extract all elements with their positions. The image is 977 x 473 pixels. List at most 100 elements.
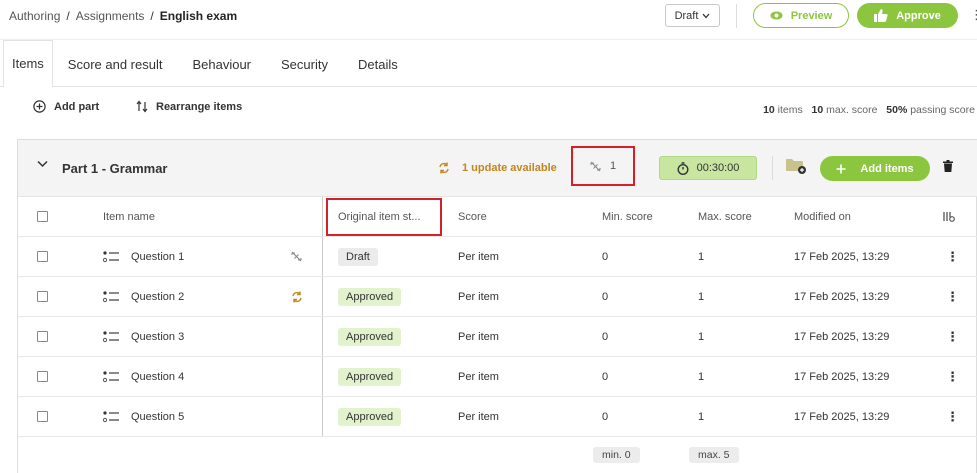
item-name[interactable]: Question 4	[131, 371, 184, 383]
approve-button[interactable]: Approve	[857, 3, 958, 28]
chevron-down-icon	[702, 13, 710, 18]
tab-security[interactable]: Security	[266, 40, 343, 88]
modified-date: 17 Feb 2025, 13:29	[794, 330, 890, 343]
status-badge: Approved	[338, 407, 402, 426]
row-menu-icon[interactable]: ⋮	[946, 237, 959, 276]
question-list-icon	[103, 290, 119, 302]
modified-date: 17 Feb 2025, 13:29	[794, 250, 890, 263]
row-menu-icon[interactable]: ⋮	[946, 357, 959, 396]
column-max-score[interactable]: Max. score	[698, 197, 752, 236]
score-type: Per item	[458, 370, 499, 383]
passing-score-label: passing score	[910, 104, 975, 116]
trash-icon[interactable]	[943, 160, 953, 172]
table-row[interactable]: Question 3 Approved Per item 0 1 17 Feb …	[18, 317, 977, 357]
thumbs-up-icon	[874, 9, 888, 22]
min-score: 0	[602, 250, 609, 263]
question-list-icon	[103, 370, 119, 382]
divider	[772, 156, 773, 180]
modified-date: 17 Feb 2025, 13:29	[794, 290, 890, 303]
highlight-box	[326, 198, 442, 236]
unlinked-count: 1	[609, 160, 617, 172]
add-folder-icon[interactable]	[786, 158, 807, 175]
plus-icon	[836, 164, 846, 173]
row-checkbox[interactable]	[37, 291, 48, 302]
max-score-value: 10	[811, 104, 824, 116]
table-header-row: Item name Original item st... Score Min.…	[18, 197, 977, 237]
score-type: Per item	[458, 250, 499, 263]
plus-circle-icon	[33, 100, 46, 113]
question-list-icon	[103, 250, 119, 262]
row-checkbox[interactable]	[37, 371, 48, 382]
row-menu-icon[interactable]: ⋮	[946, 317, 959, 356]
unlinked-items-indicator: 1	[571, 146, 635, 186]
modified-date: 17 Feb 2025, 13:29	[794, 370, 890, 383]
max-score: 1	[698, 290, 705, 303]
row-menu-icon[interactable]: ⋮	[946, 397, 959, 436]
update-available-label: 1 update available	[462, 162, 557, 174]
question-list-icon	[103, 410, 119, 422]
tab-score-and-result[interactable]: Score and result	[53, 40, 178, 88]
status-badge: Approved	[338, 287, 402, 306]
score-type: Per item	[458, 330, 499, 343]
divider	[736, 4, 737, 28]
max-score: 1	[698, 370, 705, 383]
top-bar: Authoring / Assignments / English exam D…	[0, 0, 977, 32]
sync-icon[interactable]	[291, 291, 303, 303]
column-modified-on[interactable]: Modified on	[794, 197, 851, 236]
add-part-label: Add part	[54, 100, 100, 113]
status-badge: Approved	[338, 327, 402, 346]
breadcrumb-assignments[interactable]: Assignments	[76, 9, 145, 23]
breadcrumb-separator: /	[66, 9, 70, 23]
table-row[interactable]: Question 4 Approved Per item 0 1 17 Feb …	[18, 357, 977, 397]
item-name[interactable]: Question 1	[131, 251, 184, 263]
breadcrumb-separator: /	[150, 9, 154, 23]
max-score: 1	[698, 410, 705, 423]
column-score[interactable]: Score	[458, 197, 487, 236]
table-row[interactable]: Question 1 Draft Per item 0 1 17 Feb 202…	[18, 237, 977, 277]
time-limit-value: 00:30:00	[696, 162, 740, 174]
breadcrumb: Authoring / Assignments / English exam	[9, 9, 237, 23]
tab-behaviour[interactable]: Behaviour	[177, 40, 266, 88]
status-select[interactable]: Draft	[665, 4, 720, 27]
add-items-button[interactable]: Add items	[820, 156, 930, 181]
column-settings-icon[interactable]	[943, 197, 955, 236]
item-name[interactable]: Question 5	[131, 411, 184, 423]
tab-details[interactable]: Details	[343, 40, 413, 88]
row-menu-icon[interactable]: ⋮	[946, 277, 959, 316]
add-part-button[interactable]: Add part	[33, 100, 99, 113]
row-checkbox[interactable]	[37, 331, 48, 342]
row-checkbox[interactable]	[37, 411, 48, 422]
min-score-total: min. 0	[593, 447, 640, 463]
part-title: Part 1 - Grammar	[62, 161, 168, 176]
update-available-link[interactable]: 1 update available	[438, 162, 557, 174]
status-badge: Draft	[338, 247, 378, 266]
row-checkbox[interactable]	[37, 251, 48, 262]
rearrange-label: Rearrange items	[156, 100, 243, 113]
modified-date: 17 Feb 2025, 13:29	[794, 410, 890, 423]
status-select-value: Draft	[674, 9, 699, 22]
sync-icon	[439, 162, 449, 174]
breadcrumb-current: English exam	[159, 9, 238, 23]
item-name[interactable]: Question 2	[131, 291, 184, 303]
items-table: Item name Original item st... Score Min.…	[18, 197, 977, 437]
more-options-icon[interactable]: ⋮	[970, 7, 977, 23]
add-items-label: Add items	[860, 162, 914, 175]
tab-items[interactable]: Items	[3, 40, 53, 88]
time-limit-button[interactable]: 00:30:00	[659, 156, 757, 180]
min-score: 0	[602, 410, 609, 423]
passing-score-value: 50%	[886, 104, 908, 116]
tab-bar: Items Score and result Behaviour Securit…	[0, 39, 977, 88]
column-item-name[interactable]: Item name	[103, 197, 155, 236]
min-score: 0	[602, 290, 609, 303]
item-name[interactable]: Question 3	[131, 331, 184, 343]
preview-button[interactable]: Preview	[753, 3, 849, 28]
table-row[interactable]: Question 5 Approved Per item 0 1 17 Feb …	[18, 397, 977, 437]
breadcrumb-authoring[interactable]: Authoring	[9, 9, 60, 23]
rearrange-items-button[interactable]: Rearrange items	[136, 100, 242, 113]
table-row[interactable]: Question 2 Approved Per item 0 1 17 Feb …	[18, 277, 977, 317]
status-badge: Approved	[338, 367, 402, 386]
select-all-checkbox[interactable]	[37, 211, 48, 222]
chevron-down-icon[interactable]	[37, 160, 48, 168]
column-min-score[interactable]: Min. score	[602, 197, 653, 236]
stopwatch-icon	[677, 161, 689, 175]
